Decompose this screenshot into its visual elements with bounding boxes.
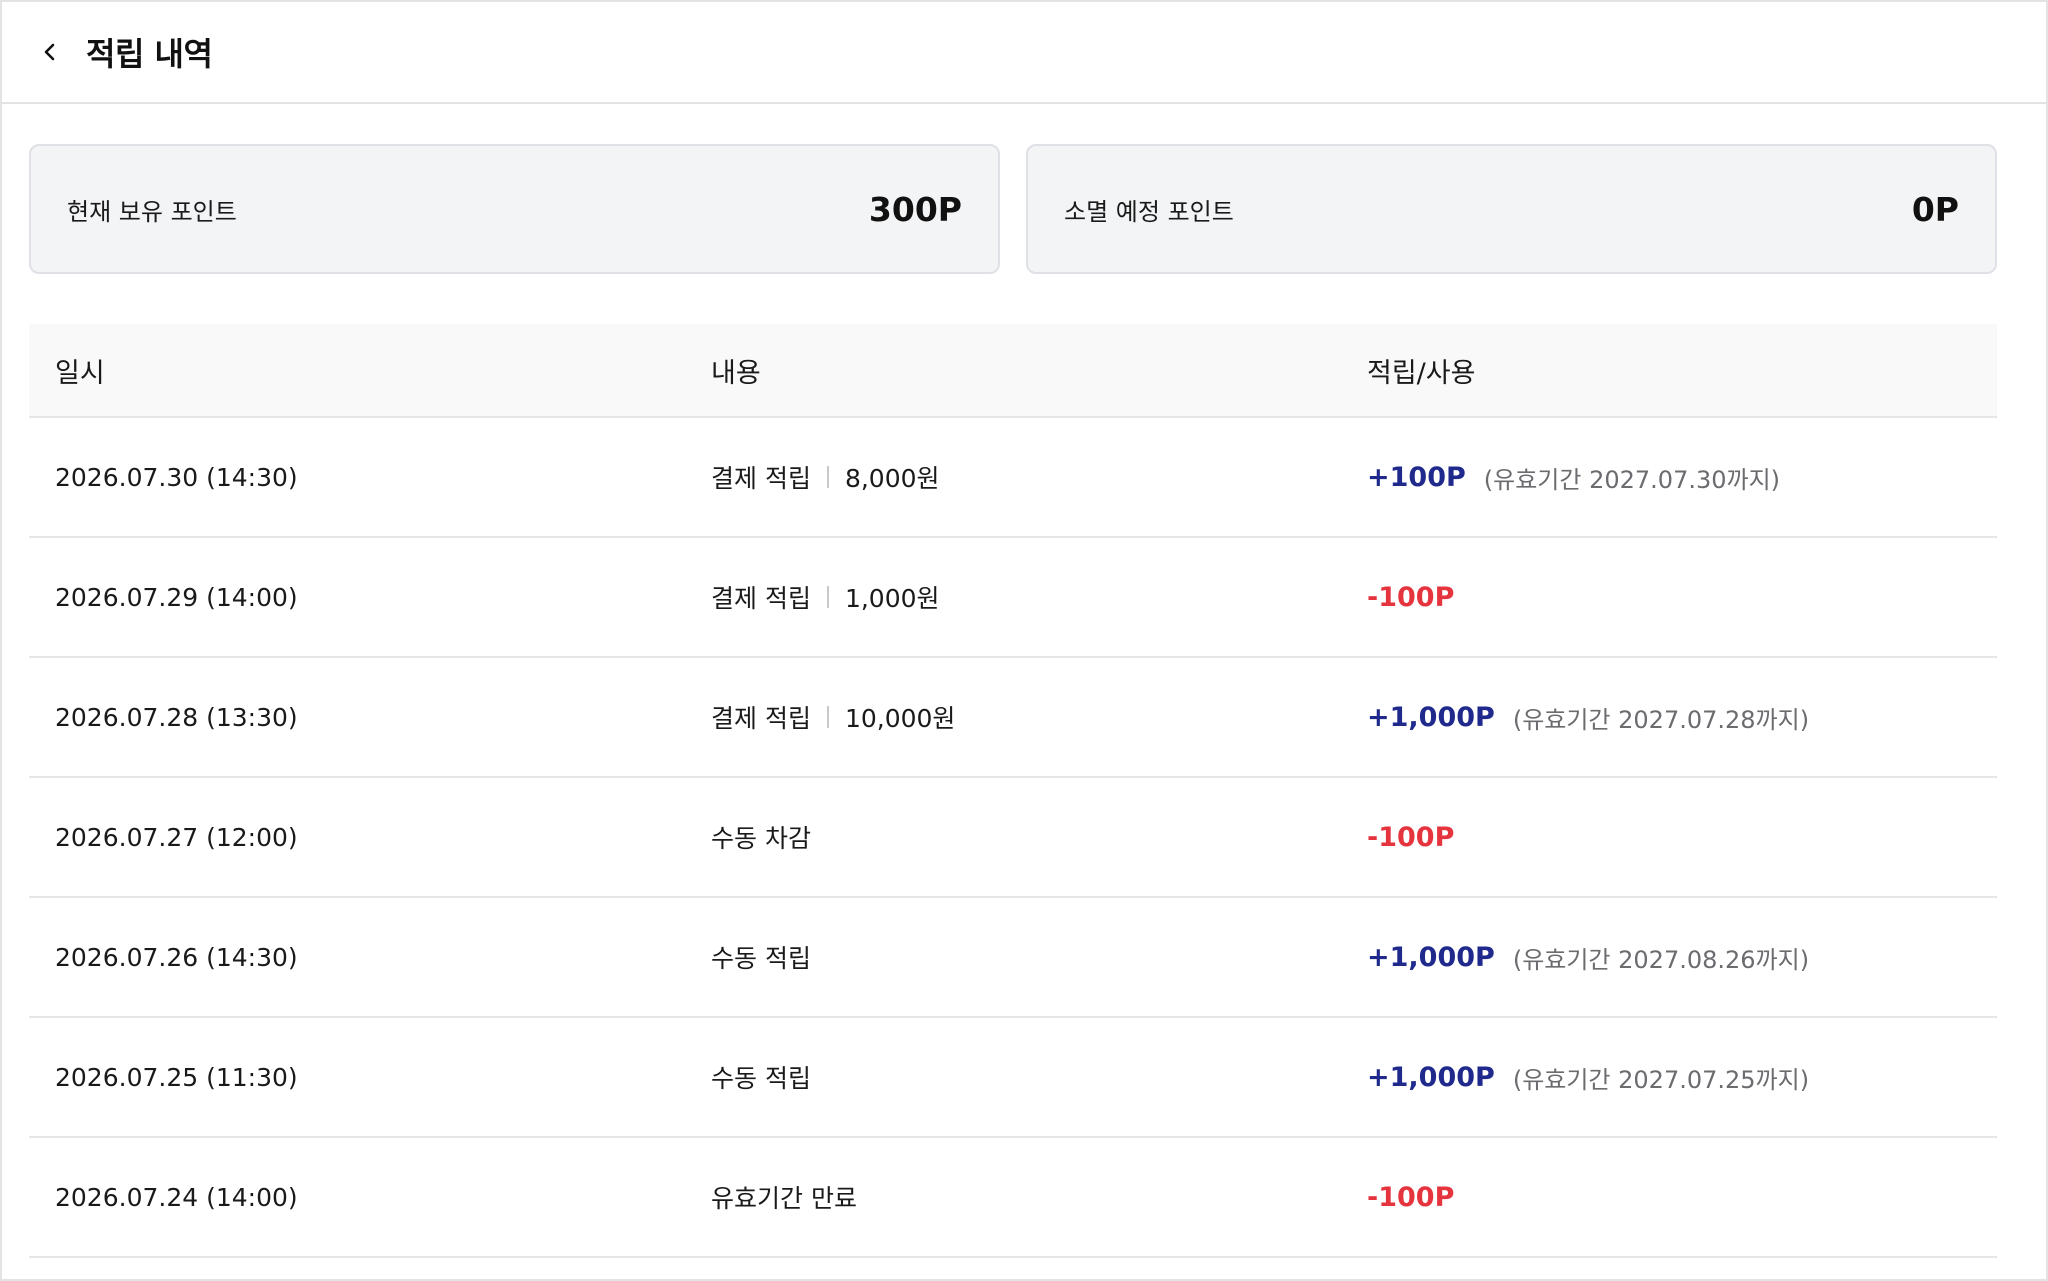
row-date: 2026.07.24 (14:00) [55, 1182, 298, 1212]
point-summary: 현재 보유 포인트 300P 소멸 예정 포인트 0P [29, 144, 1997, 274]
row-points: +1,000P (유효기간 2027.07.28까지) [1341, 700, 1997, 735]
column-header-amount: 적립/사용 [1367, 357, 1476, 389]
row-point-amount: -100P [1367, 1181, 1455, 1213]
table-row: 2026.07.26 (14:30) 수동 적립 +1,000P (유효기간 2027… [29, 898, 1997, 1018]
content-divider [826, 466, 829, 488]
content-divider [826, 706, 829, 728]
row-description: 수동 차감 [711, 824, 811, 853]
row-date: 2026.07.25 (11:30) [55, 1062, 298, 1092]
expiring-points-value: 0P [1911, 189, 1959, 229]
column-header-content: 내용 [711, 357, 761, 389]
row-description: 수동 적립 [711, 944, 811, 973]
app-frame: 적립 내역 현재 보유 포인트 300P 소멸 예정 포인트 0P 일시 내용 … [0, 0, 2048, 1281]
row-date: 2026.07.29 (14:00) [55, 582, 298, 612]
row-point-amount: -100P [1367, 581, 1455, 613]
row-content: 결제 적립 1,000원 [685, 579, 1341, 615]
row-content: 결제 적립 8,000원 [685, 459, 1341, 495]
row-point-amount: +1,000P [1367, 941, 1495, 973]
row-points: -100P [1341, 582, 1997, 613]
table-row: 2026.07.24 (14:00) 유효기간 만료 -100P [29, 1138, 1997, 1258]
row-date: 2026.07.30 (14:30) [55, 462, 298, 492]
table-row: 2026.07.30 (14:30) 결제 적립 8,000원 +100P (유효기간 … [29, 418, 1997, 538]
table-body: 2026.07.30 (14:30) 결제 적립 8,000원 +100P (유효기간 … [29, 418, 1997, 1258]
row-description: 결제 적립 [711, 464, 811, 493]
table-header: 일시 내용 적립/사용 [29, 324, 1997, 418]
row-points: +1,000P (유효기간 2027.07.25까지) [1341, 1060, 1997, 1095]
page-header: 적립 내역 [2, 2, 2046, 104]
row-date: 2026.07.27 (12:00) [55, 822, 298, 852]
row-points: -100P [1341, 822, 1997, 853]
row-content: 유효기간 만료 [685, 1179, 1341, 1215]
row-points: -100P [1341, 1182, 1997, 1213]
row-content: 수동 적립 [685, 939, 1341, 975]
current-points-card: 현재 보유 포인트 300P [29, 144, 1000, 274]
row-expiry: (유효기간 2027.08.26까지) [1512, 945, 1810, 974]
row-description: 결제 적립 [711, 704, 811, 733]
row-content: 결제 적립 10,000원 [685, 699, 1341, 735]
row-point-amount: +1,000P [1367, 1061, 1495, 1093]
row-description: 결제 적립 [711, 584, 811, 613]
expiring-points-label: 소멸 예정 포인트 [1064, 197, 1234, 226]
row-description: 수동 적립 [711, 1064, 811, 1093]
row-date: 2026.07.26 (14:30) [55, 942, 298, 972]
row-points: +1,000P (유효기간 2027.08.26까지) [1341, 940, 1997, 975]
history-table: 일시 내용 적립/사용 2026.07.30 (14:30) 결제 적립 8,000… [29, 324, 1997, 1258]
row-point-amount: -100P [1367, 821, 1455, 853]
current-points-label: 현재 보유 포인트 [67, 197, 237, 226]
expiring-points-card: 소멸 예정 포인트 0P [1026, 144, 1997, 274]
row-point-amount: +1,000P [1367, 701, 1495, 733]
row-description: 유효기간 만료 [711, 1184, 857, 1213]
row-points: +100P (유효기간 2027.07.30까지) [1341, 460, 1997, 495]
row-payment-amount: 10,000원 [844, 704, 956, 733]
row-point-amount: +100P [1367, 461, 1466, 493]
content-divider [826, 586, 829, 608]
row-payment-amount: 8,000원 [844, 464, 940, 493]
row-expiry: (유효기간 2027.07.30까지) [1483, 465, 1781, 494]
table-row: 2026.07.29 (14:00) 결제 적립 1,000원 -100P [29, 538, 1997, 658]
row-expiry: (유효기간 2027.07.25까지) [1512, 1065, 1810, 1094]
table-row: 2026.07.27 (12:00) 수동 차감 -100P [29, 778, 1997, 898]
row-content: 수동 차감 [685, 819, 1341, 855]
row-payment-amount: 1,000원 [844, 584, 940, 613]
row-content: 수동 적립 [685, 1059, 1341, 1095]
current-points-value: 300P [868, 189, 962, 229]
row-expiry: (유효기간 2027.07.28까지) [1512, 705, 1810, 734]
table-row: 2026.07.25 (11:30) 수동 적립 +1,000P (유효기간 2027… [29, 1018, 1997, 1138]
back-button[interactable] [32, 34, 68, 70]
column-header-date: 일시 [55, 357, 105, 389]
page-title: 적립 내역 [86, 35, 213, 73]
table-row: 2026.07.28 (13:30) 결제 적립 10,000원 +1,000P (유효… [29, 658, 1997, 778]
chevron-left-icon [44, 43, 55, 61]
row-date: 2026.07.28 (13:30) [55, 702, 298, 732]
